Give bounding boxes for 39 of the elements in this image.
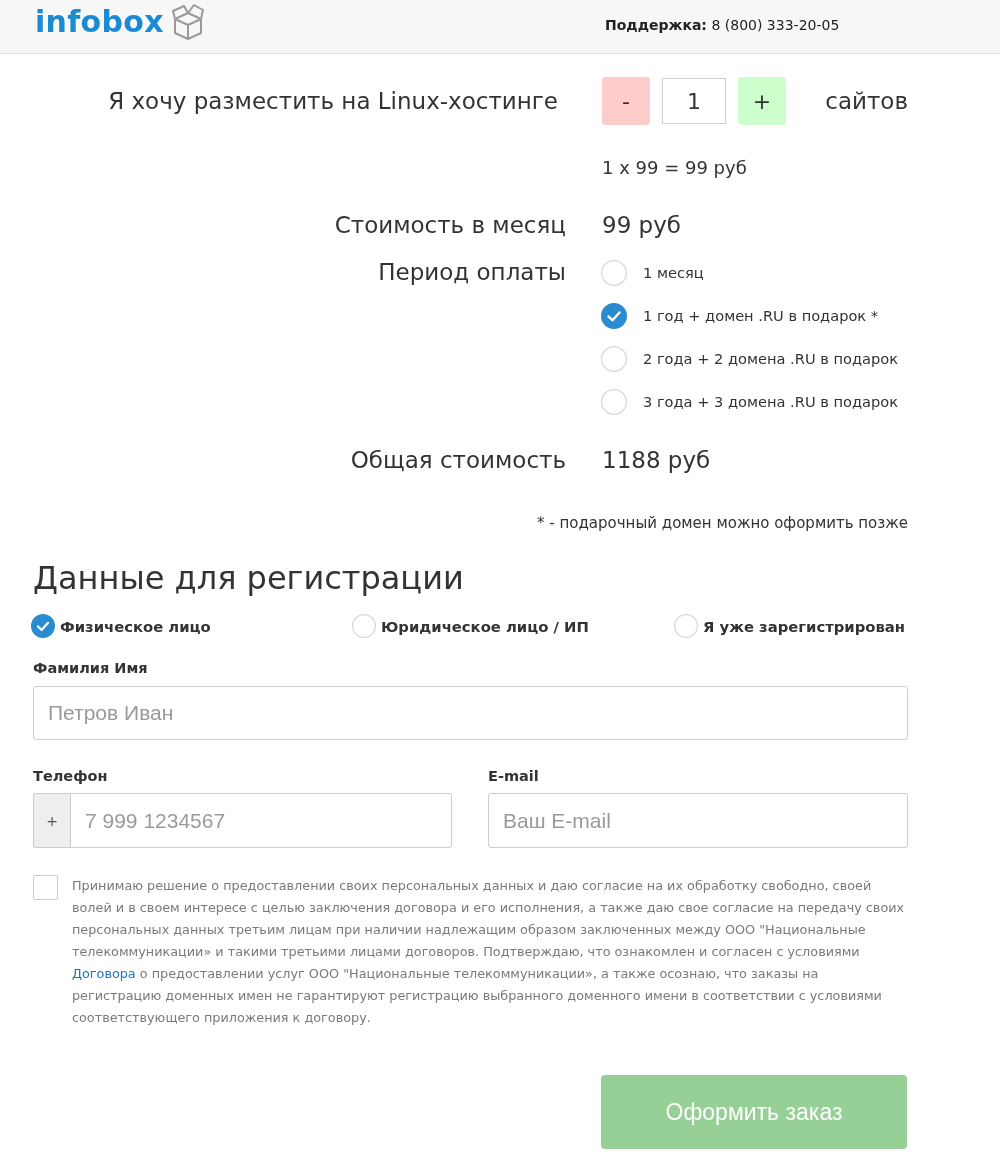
consent-checkbox[interactable] <box>33 875 58 900</box>
radio-icon[interactable] <box>601 259 627 286</box>
phone-prefix: + <box>33 793 70 848</box>
total-cost-value: 1188 руб <box>602 447 712 473</box>
name-field[interactable]: Петров Иван <box>33 686 908 740</box>
email-field[interactable]: Ваш E-mail <box>488 793 908 848</box>
increment-button[interactable]: + <box>738 77 786 125</box>
quantity-field[interactable]: 1 <box>662 78 726 124</box>
consent-text: Принимаю решение о предоставлении своих персональных данных и даю согласие на их обработку свободно, своей волей и в своем интересе с целью заключения договора и его исполнения, а также даю свое согласие на передачу своих персональных данных третьим лицам при наличии надлежащим образом заключенных между ООО "Национальные телекоммуникации» и такими третьими лицами договоров. Подтверждаю, что ознакомлен и согласен с условиями Договора о предоставлении услуг ООО "Национальные телекоммуникации», а также осознаю, что заказы на регистрацию доменных имен не гарантируют регистрацию выбранного доменного имени в соответствии с условиями соответствующего приложения к договору. <box>72 877 906 1027</box>
customer-type-option[interactable]: Физическое лицо <box>31 614 211 638</box>
period-option[interactable]: 3 года + 3 домена .RU в подарок <box>601 380 908 423</box>
customer-type-option[interactable]: Юридическое лицо / ИП <box>352 614 589 638</box>
name-label: Фамилия Имя <box>33 659 149 678</box>
radio-icon[interactable] <box>352 614 376 638</box>
price-calculation: 1 x 99 = 99 руб <box>602 156 748 178</box>
total-cost-label: Общая стоимость <box>349 447 566 473</box>
checked-radio-icon[interactable] <box>31 614 55 638</box>
checked-radio-icon[interactable] <box>601 302 627 329</box>
box-icon <box>171 2 204 41</box>
monthly-cost-value: 99 руб <box>602 212 682 238</box>
section-heading: Данные для регистрации <box>33 558 465 599</box>
phone-field[interactable]: 7 999 1234567 <box>70 793 452 848</box>
contract-link[interactable]: Договора <box>72 966 136 981</box>
unit-label: сайтов <box>825 88 908 114</box>
customer-type-option[interactable]: Я уже зарегистрирован <box>674 614 906 638</box>
gift-domain-note: * - подарочный домен можно оформить позже <box>537 513 908 534</box>
monthly-cost-label: Стоимость в месяц <box>333 212 566 238</box>
email-label: E-mail <box>488 767 540 786</box>
radio-icon[interactable] <box>601 388 627 415</box>
radio-icon[interactable] <box>601 345 627 372</box>
payment-period-label: Период оплаты <box>377 258 566 287</box>
support-phone: Поддержка: 8 (800) 333-20-05 <box>605 16 840 33</box>
decrement-button[interactable]: - <box>602 77 650 125</box>
phone-label: Телефон <box>33 767 109 786</box>
radio-icon[interactable] <box>674 614 698 638</box>
period-option[interactable]: 1 год + домен .RU в подарок * <box>601 294 908 337</box>
period-option[interactable]: 2 года + 2 домена .RU в подарок <box>601 337 908 380</box>
hosting-intro: Я хочу разместить на Linux-хостинге <box>107 88 559 114</box>
period-option[interactable]: 1 месяц <box>601 251 908 294</box>
